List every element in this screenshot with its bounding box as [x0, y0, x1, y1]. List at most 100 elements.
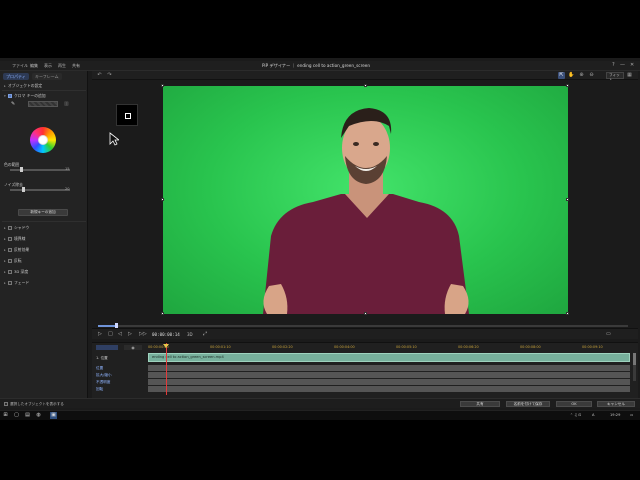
scale-keyframe-track[interactable]: [148, 372, 630, 378]
color-wheel[interactable]: [30, 127, 56, 153]
noise-slider[interactable]: [10, 187, 70, 192]
next-frame-icon[interactable]: ▷: [128, 331, 132, 337]
resize-handle[interactable]: [161, 84, 164, 87]
timeline-ruler[interactable]: 00:00:00:00 00:00:01:10 00:00:02:20 00:0…: [148, 345, 632, 350]
chroma-key-checkbox[interactable]: [8, 94, 12, 98]
checkbox[interactable]: [4, 402, 8, 406]
share-button[interactable]: 共有: [460, 401, 500, 407]
rotation-keyframe-track[interactable]: [148, 386, 630, 392]
notification-icon[interactable]: ▭: [630, 413, 633, 417]
play-icon[interactable]: ▷: [98, 331, 102, 337]
menu-view[interactable]: 表示: [44, 63, 52, 69]
tab-properties[interactable]: プロパティ: [3, 73, 29, 80]
select-tool-icon[interactable]: ⇱: [558, 72, 565, 79]
chroma-key-row[interactable]: ▾ クロマ キーの追加: [4, 93, 46, 99]
border-row[interactable]: ▸ 境界線: [4, 236, 25, 242]
grid-icon[interactable]: ▦: [626, 72, 633, 79]
slider-thumb[interactable]: [22, 187, 25, 192]
help-icon[interactable]: ?: [612, 62, 615, 68]
timeline-toggle-button[interactable]: [96, 345, 118, 350]
3d-depth-checkbox[interactable]: [8, 270, 12, 274]
windows-taskbar: ⊞ ▢ ▤ ◍ ▣ ⌃ ♫ ⊡ A 19:29 ▭: [0, 410, 640, 420]
opacity-keyframe-track[interactable]: [148, 379, 630, 385]
chrome-icon[interactable]: ◍: [35, 412, 42, 419]
redo-icon[interactable]: ↷: [106, 72, 113, 79]
flip-checkbox[interactable]: [8, 259, 12, 263]
color-range-slider[interactable]: [10, 167, 70, 172]
resize-handle[interactable]: [161, 198, 164, 201]
stop-icon[interactable]: □: [108, 331, 113, 337]
resize-handle[interactable]: [566, 84, 569, 87]
explorer-icon[interactable]: ▤: [24, 412, 31, 419]
input-language[interactable]: A: [592, 413, 594, 417]
slider-thumb[interactable]: [20, 167, 23, 172]
shadow-checkbox[interactable]: [8, 226, 12, 230]
menu-edit[interactable]: 編集: [30, 63, 38, 69]
show-tsa-checkbox[interactable]: 選択したオブジェクトを表示する: [4, 402, 64, 407]
track-label-object: 1. 位置: [96, 356, 108, 360]
playhead-marker[interactable]: [163, 344, 169, 348]
ruler-tick: 00:00:08:00: [520, 345, 541, 349]
cancel-button[interactable]: キャンセル: [597, 401, 635, 407]
video-frame[interactable]: [163, 86, 568, 314]
zoom-select[interactable]: フィット: [606, 72, 624, 82]
fast-forward-icon[interactable]: ▷▷: [139, 331, 147, 337]
add-key-button[interactable]: 新規キーの追加: [18, 209, 68, 216]
fullscreen-icon[interactable]: ⤢: [203, 331, 207, 337]
timeline-settings-icon[interactable]: ◉: [124, 345, 142, 350]
zoom-in-icon[interactable]: ⊕: [578, 72, 585, 79]
border-checkbox[interactable]: [8, 237, 12, 241]
3d-depth-row[interactable]: ▸ 3D 深度: [4, 269, 28, 275]
video-clip[interactable]: ending cell to action_green_screen.mp4: [148, 353, 630, 362]
zoom-out-icon[interactable]: ⊖: [588, 72, 595, 79]
menu-file[interactable]: ファイル: [12, 63, 28, 69]
close-icon[interactable]: ✕: [630, 62, 634, 68]
color-swatch[interactable]: [28, 101, 58, 107]
resize-handle[interactable]: [566, 312, 569, 315]
save-as-button[interactable]: 名前を付けて保存: [506, 401, 550, 407]
clock[interactable]: 19:29: [610, 413, 620, 417]
reflection-row[interactable]: ▸ 反射効果: [4, 247, 29, 253]
track-label-scale[interactable]: 拡大/縮小: [96, 373, 112, 378]
eyedropper-icon[interactable]: ✎: [11, 101, 15, 107]
tab-keyframes[interactable]: キーフレーム: [32, 73, 62, 80]
divider: [2, 90, 86, 91]
display-icon[interactable]: ▭: [606, 331, 611, 337]
delete-icon[interactable]: ▥: [64, 101, 69, 107]
track-label-rotation[interactable]: 回転: [96, 387, 103, 392]
track-label-position[interactable]: 位置: [96, 366, 103, 371]
pip-object-thumbnail[interactable]: [116, 104, 138, 126]
ruler-tick: 00:00:04:00: [334, 345, 355, 349]
playback-bar: ▷ □ ◁ ▷ ▷▷ 00:00:00:14 3D ⤢ ▭: [92, 328, 638, 339]
resize-handle[interactable]: [364, 84, 367, 87]
prev-frame-icon[interactable]: ◁: [118, 331, 122, 337]
scrollbar-thumb[interactable]: [633, 353, 636, 365]
powerdirector-icon[interactable]: ▣: [50, 412, 57, 419]
playhead[interactable]: [166, 343, 167, 395]
timeline-scrollbar[interactable]: [633, 353, 636, 381]
ok-button[interactable]: OK: [556, 401, 592, 407]
preview-scrubber[interactable]: [98, 323, 628, 329]
shadow-row[interactable]: ▸ シャドウ: [4, 225, 29, 231]
3d-mode-toggle[interactable]: 3D: [187, 332, 193, 337]
fade-row[interactable]: ▸ フェード: [4, 280, 29, 286]
resize-handle[interactable]: [364, 312, 367, 315]
tray-icons[interactable]: ⌃ ♫ ⊡: [570, 413, 582, 417]
resize-handle[interactable]: [566, 198, 569, 201]
flip-row[interactable]: ▸ 反転: [4, 258, 22, 264]
task-view-icon[interactable]: ▢: [13, 412, 20, 419]
menu-share[interactable]: 共有: [72, 63, 80, 69]
reflection-checkbox[interactable]: [8, 248, 12, 252]
minimize-icon[interactable]: —: [620, 62, 625, 68]
object-settings-row[interactable]: ▸ オブジェクトの設定: [4, 83, 42, 89]
fade-checkbox[interactable]: [8, 281, 12, 285]
resize-handle[interactable]: [161, 312, 164, 315]
color-wheel-center: [38, 135, 48, 145]
preview-stage[interactable]: [92, 80, 638, 318]
undo-icon[interactable]: ↶: [96, 72, 103, 79]
position-keyframe-track[interactable]: [148, 365, 630, 371]
track-label-opacity[interactable]: 不透明度: [96, 380, 110, 385]
menu-play[interactable]: 再生: [58, 63, 66, 69]
windows-start-icon[interactable]: ⊞: [2, 412, 9, 419]
hand-tool-icon[interactable]: ✋: [568, 72, 575, 79]
